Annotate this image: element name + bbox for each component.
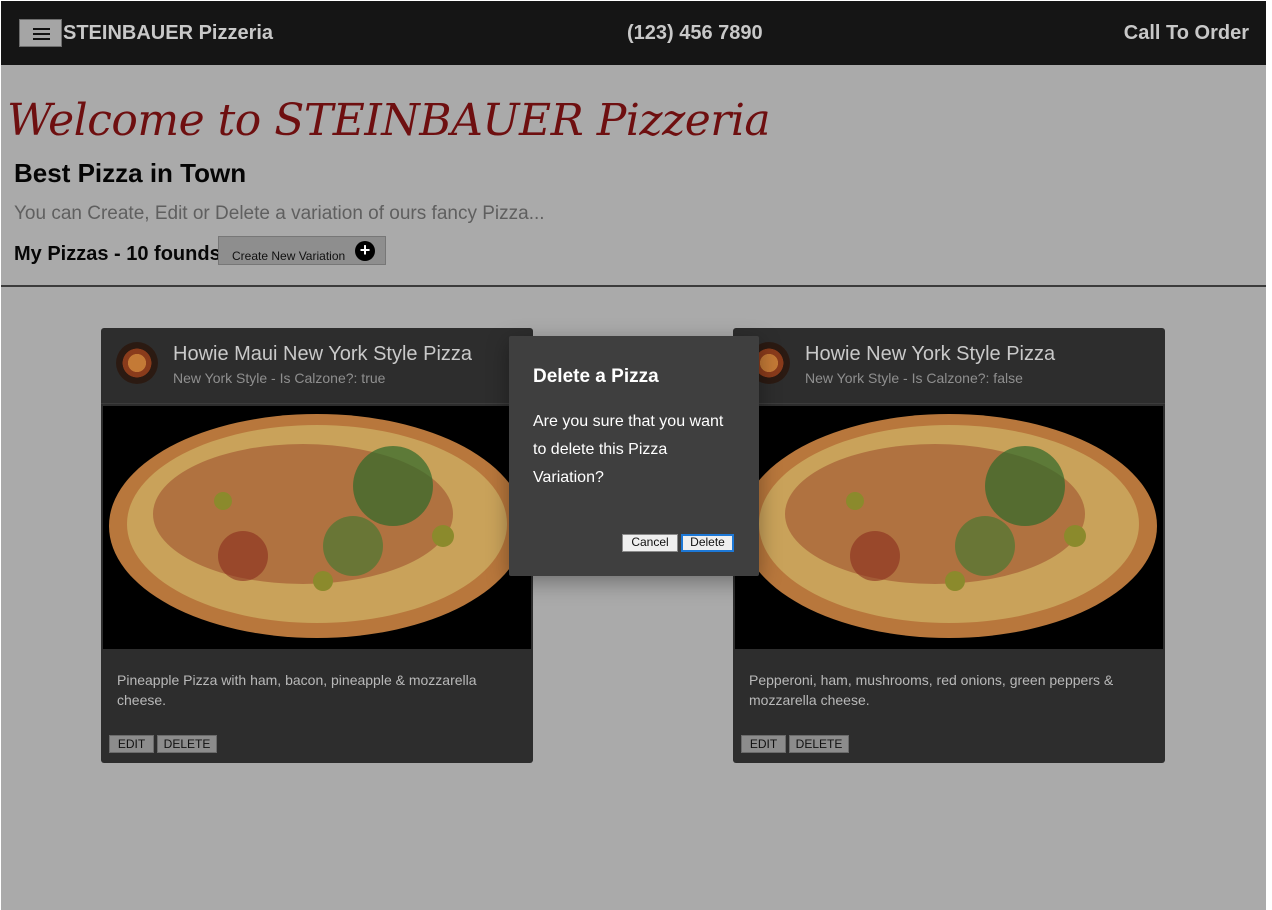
card-subtitle: New York Style - Is Calzone?: false [805,370,1023,386]
pizza-card: Howie New York Style Pizza New York Styl… [733,328,1165,763]
cancel-button[interactable]: Cancel [622,534,678,552]
pizza-image [103,406,531,649]
card-header: Howie New York Style Pizza New York Styl… [733,328,1165,404]
lead-text: You can Create, Edit or Delete a variati… [14,203,545,224]
dialog-title: Delete a Pizza [533,366,659,387]
card-title: Howie New York Style Pizza [805,343,1056,365]
create-new-variation-button[interactable]: Create New Variation + [218,236,386,265]
brand-title: STEINBAUER Pizzeria [63,22,274,44]
hamburger-menu-icon[interactable] [19,19,62,47]
top-bar: STEINBAUER Pizzeria (123) 456 7890 Call … [1,1,1266,65]
menu-line [33,38,50,40]
call-to-order-link[interactable]: Call To Order [1124,22,1249,45]
welcome-heading: Welcome to STEINBAUER Pizzeria [7,95,771,146]
edit-button[interactable]: EDIT [109,735,154,753]
delete-button[interactable]: DELETE [789,735,849,753]
card-subtitle: New York Style - Is Calzone?: true [173,370,386,386]
card-description: Pepperoni, ham, mushrooms, red onions, g… [749,672,1114,708]
pizza-card: Howie Maui New York Style Pizza New York… [101,328,533,763]
delete-button[interactable]: DELETE [157,735,217,753]
divider [1,285,1266,287]
pizza-count: My Pizzas - 10 founds [14,243,221,265]
menu-line [33,33,50,35]
phone-number: (123) 456 7890 [627,22,763,44]
confirm-delete-button[interactable]: Delete [681,534,734,552]
card-description: Pineapple Pizza with ham, bacon, pineapp… [117,672,477,708]
menu-line [33,28,50,30]
pizza-image [735,406,1163,649]
card-header: Howie Maui New York Style Pizza New York… [101,328,533,404]
edit-button[interactable]: EDIT [741,735,786,753]
page-subtitle: Best Pizza in Town [14,158,247,188]
plus-circle-icon: + [355,241,375,261]
pizza-avatar [116,342,158,384]
dialog-message: Are you sure that you want to delete thi… [533,413,724,486]
create-button-label: Create New Variation [232,249,346,263]
card-title: Howie Maui New York Style Pizza [173,343,473,365]
delete-pizza-dialog: Delete a Pizza Are you sure that you wan… [509,336,759,576]
